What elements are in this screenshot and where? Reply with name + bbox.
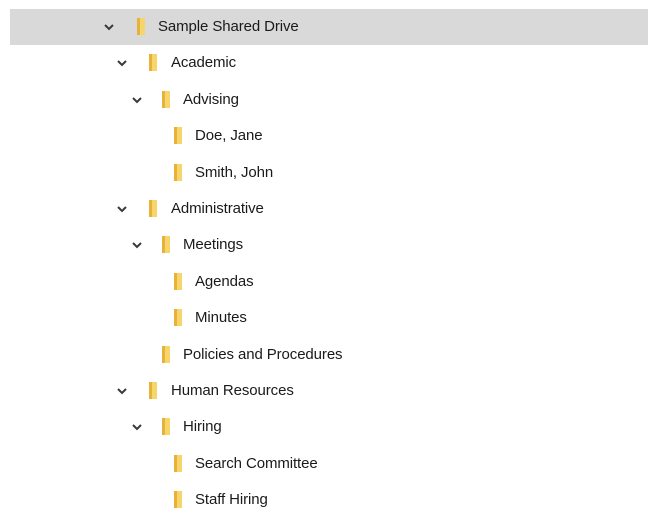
tree-item-hiring[interactable]: Hiring — [0, 409, 648, 445]
tree-item-staff-hiring[interactable]: Staff Hiring — [0, 482, 648, 518]
tree-item-minutes[interactable]: Minutes — [0, 300, 648, 336]
tree-item-smith-john[interactable]: Smith, John — [0, 155, 648, 191]
tree-item-label: Hiring — [183, 418, 222, 436]
folder-icon — [162, 345, 170, 363]
tree-item-academic[interactable]: Academic — [0, 45, 648, 81]
folder-icon — [174, 272, 182, 290]
folder-icon — [174, 127, 182, 145]
chevron-down-icon[interactable] — [115, 384, 129, 398]
tree-item-label: Academic — [171, 54, 237, 72]
tree-item-label: Policies and Procedures — [183, 345, 343, 363]
tree-item-human-resources[interactable]: Human Resources — [0, 373, 648, 409]
folder-icon — [162, 90, 170, 108]
tree-item-label: Human Resources — [171, 381, 294, 399]
chevron-down-icon[interactable] — [102, 20, 116, 34]
folder-icon — [137, 18, 145, 35]
tree-item-agendas[interactable]: Agendas — [0, 264, 648, 300]
tree-item-advising[interactable]: Advising — [0, 82, 648, 118]
chevron-down-icon[interactable] — [130, 420, 144, 434]
tree-item-label: Search Committee — [195, 454, 318, 472]
tree-item-meetings[interactable]: Meetings — [0, 227, 648, 263]
chevron-down-icon[interactable] — [115, 202, 129, 216]
tree-item-label: Meetings — [183, 236, 244, 254]
folder-icon — [149, 199, 157, 217]
folder-icon — [149, 381, 157, 399]
folder-icon — [162, 236, 170, 254]
tree-item-label: Smith, John — [195, 163, 274, 181]
tree-item-administrative[interactable]: Administrative — [0, 191, 648, 227]
chevron-down-icon[interactable] — [130, 238, 144, 252]
folder-icon — [174, 454, 182, 472]
folder-icon — [174, 163, 182, 181]
tree-item-label: Staff Hiring — [195, 491, 268, 509]
tree-item-policies-and-procedures[interactable]: Policies and Procedures — [0, 337, 648, 373]
tree-item-doe-jane[interactable]: Doe, Jane — [0, 118, 648, 154]
folder-tree: Sample Shared Drive Academic Advising Do… — [0, 9, 648, 518]
tree-item-label: Agendas — [195, 272, 254, 290]
tree-item-label: Minutes — [195, 309, 247, 327]
tree-item-search-committee[interactable]: Search Committee — [0, 446, 648, 482]
tree-item-sample-shared-drive[interactable]: Sample Shared Drive — [0, 9, 648, 46]
chevron-down-icon[interactable] — [115, 56, 129, 70]
tree-item-label: Advising — [183, 90, 239, 108]
tree-item-label: Administrative — [171, 199, 264, 217]
chevron-down-icon[interactable] — [130, 93, 144, 107]
folder-icon — [174, 309, 182, 327]
tree-item-label: Sample Shared Drive — [158, 18, 299, 35]
folder-icon — [162, 418, 170, 436]
tree-item-label: Doe, Jane — [195, 127, 263, 145]
folder-icon — [149, 54, 157, 72]
